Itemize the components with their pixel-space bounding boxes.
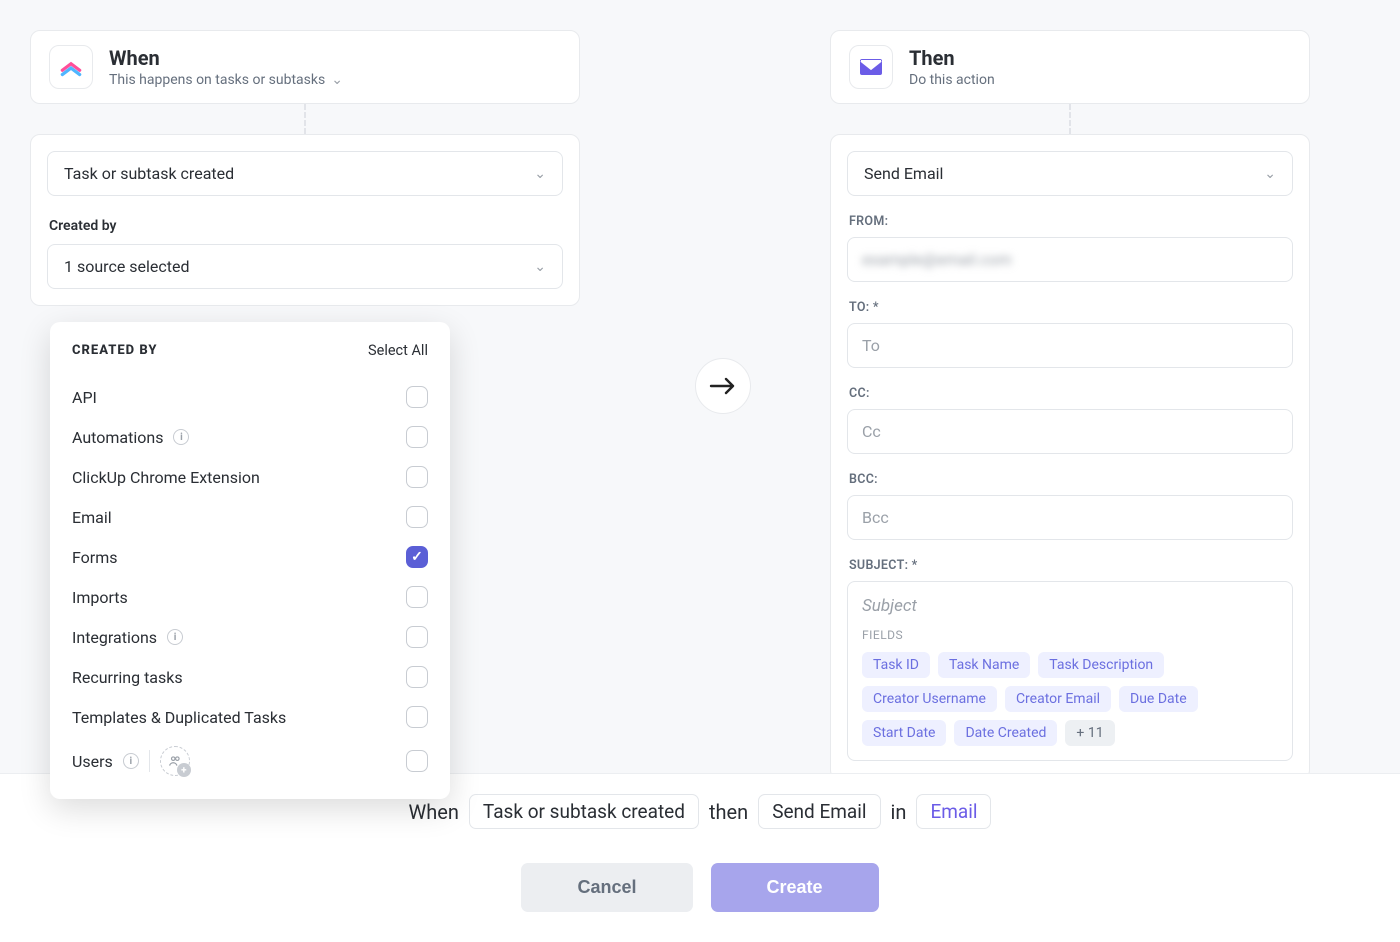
chevron-down-icon: ⌄ bbox=[331, 72, 343, 88]
field-pill[interactable]: Task Description bbox=[1038, 652, 1164, 678]
created-by-option[interactable]: Templates & Duplicated Tasks bbox=[72, 697, 428, 737]
option-checkbox[interactable] bbox=[406, 666, 428, 688]
option-label: Automations bbox=[72, 428, 163, 447]
connector-line bbox=[1069, 104, 1071, 134]
dropdown-title: CREATED BY bbox=[72, 343, 157, 358]
info-icon[interactable]: i bbox=[173, 429, 189, 445]
trigger-select[interactable]: Task or subtask created ⌄ bbox=[47, 151, 563, 196]
option-label: Integrations bbox=[72, 628, 157, 647]
chevron-down-icon: ⌄ bbox=[534, 259, 546, 275]
option-label: API bbox=[72, 388, 97, 407]
from-label: FROM: bbox=[849, 214, 1293, 229]
created-by-option[interactable]: Automations i bbox=[72, 417, 428, 457]
action-select[interactable]: Send Email ⌄ bbox=[847, 151, 1293, 196]
field-pill[interactable]: Creator Email bbox=[1005, 686, 1111, 712]
field-pill[interactable]: Task ID bbox=[862, 652, 930, 678]
then-config-card: Send Email ⌄ FROM: example@email.com TO:… bbox=[830, 134, 1310, 780]
fields-label: FIELDS bbox=[862, 628, 1278, 642]
option-checkbox[interactable] bbox=[406, 626, 428, 648]
then-subtitle: Do this action bbox=[909, 72, 995, 88]
when-header-card: When This happens on tasks or subtasks ⌄ bbox=[30, 30, 580, 104]
email-icon bbox=[849, 45, 893, 89]
add-users-icon[interactable]: + bbox=[160, 746, 190, 776]
bcc-label: BCC: bbox=[849, 472, 1293, 487]
option-checkbox[interactable] bbox=[406, 466, 428, 488]
option-label: Imports bbox=[72, 588, 128, 607]
option-label: Forms bbox=[72, 548, 118, 567]
option-checkbox[interactable] bbox=[406, 706, 428, 728]
cc-label: CC: bbox=[849, 386, 1293, 401]
summary-trigger-token[interactable]: Task or subtask created bbox=[469, 794, 699, 829]
summary-text: When Task or subtask created then Send E… bbox=[409, 794, 992, 829]
option-label: Email bbox=[72, 508, 112, 527]
summary-location-token[interactable]: Email bbox=[916, 794, 991, 829]
option-checkbox[interactable] bbox=[406, 586, 428, 608]
option-checkbox[interactable] bbox=[406, 386, 428, 408]
when-config-card: Task or subtask created ⌄ Created by 1 s… bbox=[30, 134, 580, 306]
option-label: Users bbox=[72, 752, 113, 771]
subject-label: SUBJECT: * bbox=[849, 558, 1293, 573]
created-by-dropdown-panel: CREATED BY Select All API Automations i Cli… bbox=[50, 322, 450, 799]
created-by-option[interactable]: Recurring tasks bbox=[72, 657, 428, 697]
summary-action-token[interactable]: Send Email bbox=[758, 794, 880, 829]
field-pill[interactable]: Creator Username bbox=[862, 686, 997, 712]
created-by-option[interactable]: ClickUp Chrome Extension bbox=[72, 457, 428, 497]
create-button[interactable]: Create bbox=[711, 863, 879, 912]
field-pill[interactable]: Start Date bbox=[862, 720, 946, 746]
created-by-option[interactable]: Usersi + bbox=[72, 737, 428, 785]
option-checkbox[interactable] bbox=[406, 426, 428, 448]
chevron-down-icon: ⌄ bbox=[534, 166, 546, 182]
clickup-logo-icon bbox=[49, 45, 93, 89]
cancel-button[interactable]: Cancel bbox=[521, 863, 692, 912]
created-by-option[interactable]: Forms ✓ bbox=[72, 537, 428, 577]
subject-field[interactable]: Subject FIELDS Task IDTask NameTask Desc… bbox=[847, 581, 1293, 761]
field-pill[interactable]: Date Created bbox=[954, 720, 1057, 746]
created-by-select[interactable]: 1 source selected ⌄ bbox=[47, 244, 563, 289]
then-header-card: Then Do this action bbox=[830, 30, 1310, 104]
option-checkbox[interactable] bbox=[406, 750, 428, 772]
option-label: Templates & Duplicated Tasks bbox=[72, 708, 286, 727]
field-pill[interactable]: Task Name bbox=[938, 652, 1030, 678]
chevron-down-icon: ⌄ bbox=[1264, 166, 1276, 182]
when-subtitle-dropdown[interactable]: This happens on tasks or subtasks ⌄ bbox=[109, 72, 343, 88]
created-by-option[interactable]: API bbox=[72, 377, 428, 417]
select-all-link[interactable]: Select All bbox=[368, 342, 428, 359]
to-label: TO: * bbox=[849, 300, 1293, 315]
to-field[interactable]: To bbox=[847, 323, 1293, 368]
then-title: Then bbox=[909, 46, 995, 70]
created-by-option[interactable]: Email bbox=[72, 497, 428, 537]
flow-arrow-icon bbox=[695, 358, 751, 414]
option-checkbox[interactable]: ✓ bbox=[406, 546, 428, 568]
bcc-field[interactable]: Bcc bbox=[847, 495, 1293, 540]
when-title: When bbox=[109, 46, 343, 70]
from-field[interactable]: example@email.com bbox=[847, 237, 1293, 282]
option-checkbox[interactable] bbox=[406, 506, 428, 528]
field-pill[interactable]: Due Date bbox=[1119, 686, 1198, 712]
info-icon[interactable]: i bbox=[167, 629, 183, 645]
more-fields-pill[interactable]: + 11 bbox=[1065, 720, 1114, 746]
created-by-label: Created by bbox=[49, 218, 563, 234]
option-label: Recurring tasks bbox=[72, 668, 183, 687]
created-by-option[interactable]: Integrations i bbox=[72, 617, 428, 657]
cc-field[interactable]: Cc bbox=[847, 409, 1293, 454]
created-by-option[interactable]: Imports bbox=[72, 577, 428, 617]
connector-line bbox=[304, 104, 306, 134]
info-icon[interactable]: i bbox=[123, 753, 139, 769]
option-label: ClickUp Chrome Extension bbox=[72, 468, 260, 487]
check-icon: ✓ bbox=[411, 550, 423, 564]
